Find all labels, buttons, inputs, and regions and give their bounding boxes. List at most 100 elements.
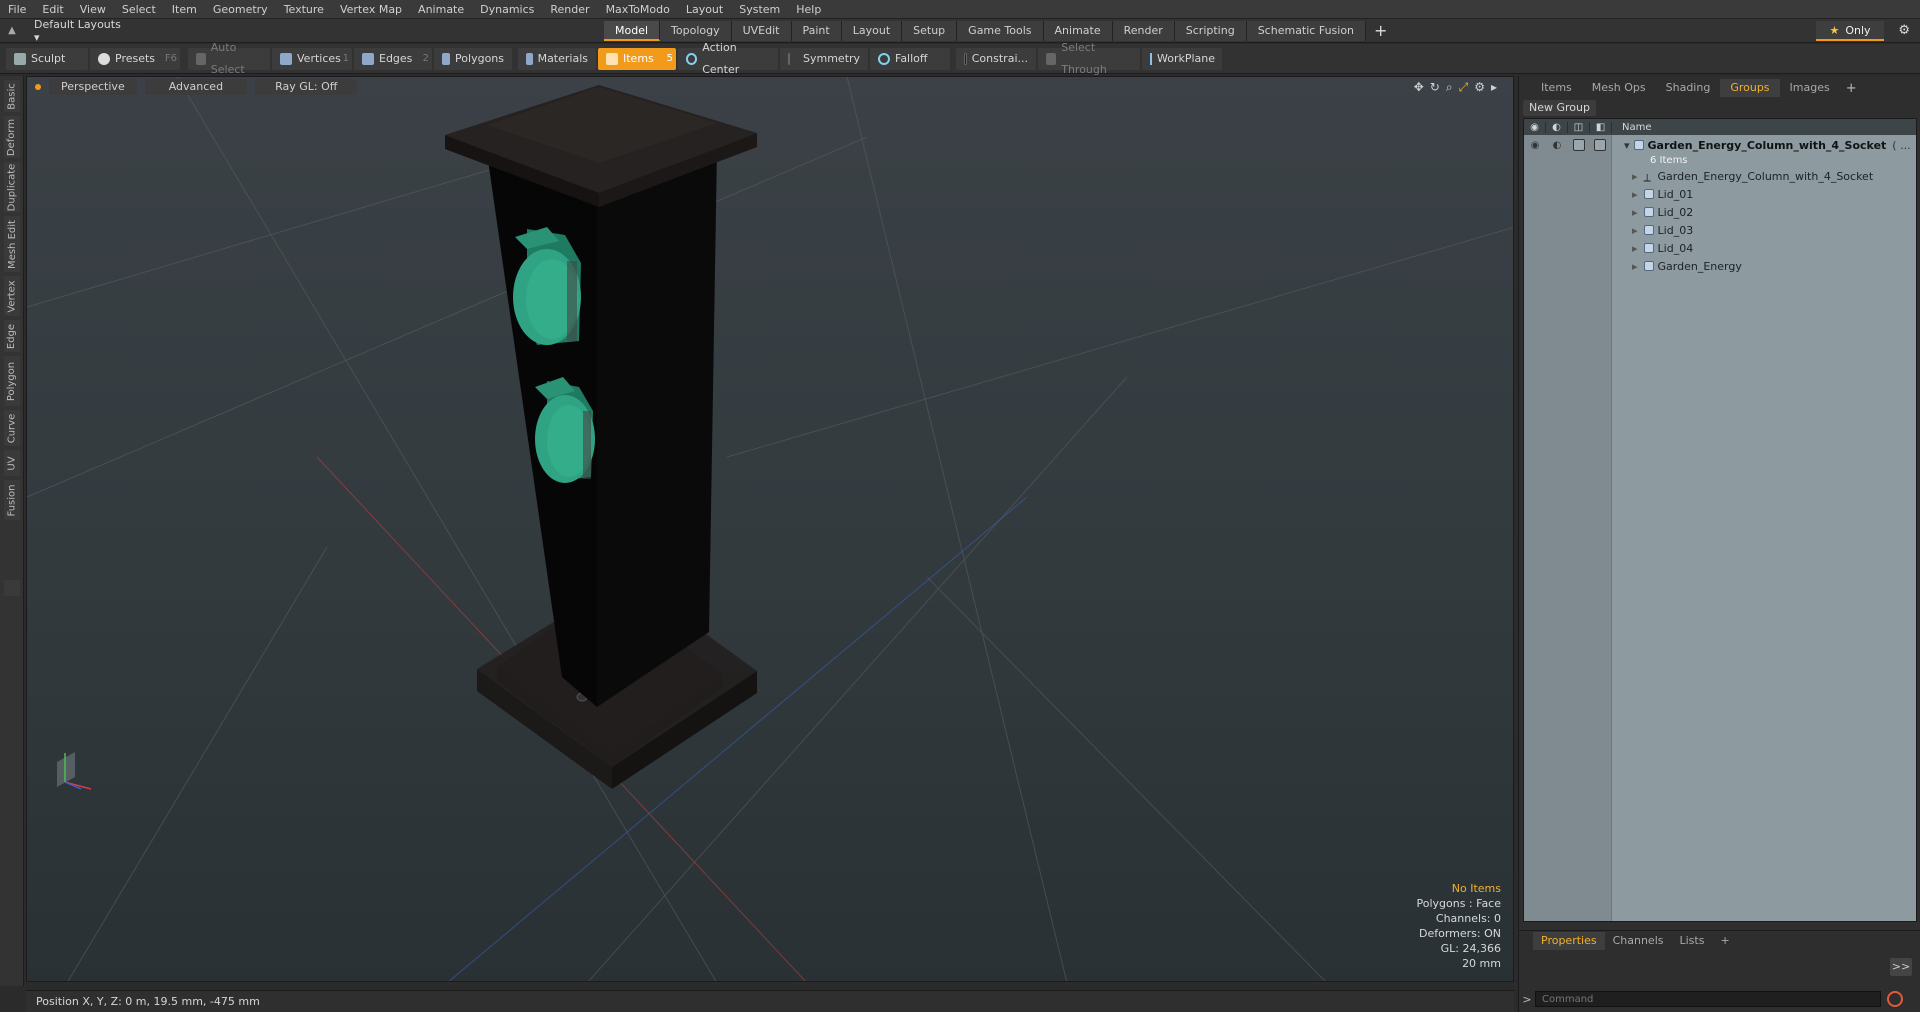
menu-vertex-map[interactable]: Vertex Map [332,0,410,19]
scene-render[interactable] [27,77,1514,982]
vtab-vertex[interactable]: Vertex [4,276,20,316]
view-settings-icon[interactable]: ⚙ [1474,80,1485,95]
menu-system[interactable]: System [731,0,788,19]
vtab-fusion[interactable]: Fusion [4,480,20,520]
command-input[interactable] [1535,991,1881,1007]
vtab-curve[interactable]: Curve [4,410,20,446]
tab-layout[interactable]: Layout [841,21,903,41]
menu-edit[interactable]: Edit [34,0,71,19]
add-panel-tab-icon[interactable]: + [1840,81,1863,96]
render-column-icon[interactable]: ◐ [1546,121,1568,133]
tab-game-tools[interactable]: Game Tools [957,21,1044,41]
constrain-button[interactable]: Constrai... [956,47,1036,70]
only-button[interactable]: ★ Only [1816,21,1884,41]
stop-icon[interactable] [1887,991,1903,1007]
menu-animate[interactable]: Animate [410,0,472,19]
falloff-button[interactable]: Falloff [870,47,950,70]
vertices-button[interactable]: Vertices 1 [272,47,352,70]
zoom-view-icon[interactable]: ⌕ [1446,80,1453,95]
expand-button[interactable]: >> [1890,958,1912,976]
vtab-deform[interactable]: Deform [4,116,20,158]
viewport-menu-icon[interactable] [35,84,41,90]
add-tab-icon[interactable]: + [1366,21,1395,41]
info-channels: Channels: 0 [1435,912,1501,925]
symmetry-button[interactable]: Symmetry [780,47,868,70]
lock-checkbox[interactable] [1573,139,1585,151]
tab-lists[interactable]: Lists [1672,932,1713,950]
tree-row-child-5[interactable]: ▸ Lid_04 [1524,239,1916,257]
tab-schematic-fusion[interactable]: Schematic Fusion [1246,21,1367,41]
tab-channels[interactable]: Channels [1605,932,1672,950]
workplane-button[interactable]: WorkPlane [1142,47,1222,70]
vtab-uv[interactable]: UV [4,450,20,476]
tree-row-child-2[interactable]: ▸ Lid_01 [1524,185,1916,203]
vtab-mesh-edit[interactable]: Mesh Edit [4,216,20,272]
tab-model[interactable]: Model [604,21,661,41]
menu-geometry[interactable]: Geometry [205,0,276,19]
tab-scripting[interactable]: Scripting [1174,21,1247,41]
vtab-extra[interactable] [4,580,20,596]
menu-view[interactable]: View [72,0,114,19]
tab-setup[interactable]: Setup [902,21,958,41]
tree-row-root[interactable]: ◉ ◐ ▾ Garden_Energy_Column_with_4_Socket(… [1524,137,1916,153]
3d-viewport[interactable]: Perspective Advanced Ray GL: Off ✥ ↻ ⌕ ⤢… [26,76,1514,982]
mesh-icon [1643,189,1654,199]
advanced-button[interactable]: Advanced [144,79,248,95]
menu-layout[interactable]: Layout [678,0,731,19]
collapse-icon[interactable]: ▲ [0,25,24,36]
menu-texture[interactable]: Texture [276,0,332,19]
tree-row-child-6[interactable]: ▸ Garden_Energy [1524,257,1916,275]
tree-row-child-4[interactable]: ▸ Lid_03 [1524,221,1916,239]
tab-properties[interactable]: Properties [1533,931,1605,950]
tab-groups[interactable]: Groups [1720,79,1780,97]
menu-render[interactable]: Render [542,0,597,19]
auto-select-button[interactable]: Auto Select [188,41,270,76]
select-checkbox[interactable] [1594,139,1606,151]
tab-shading[interactable]: Shading [1656,79,1721,97]
raygl-button[interactable]: Ray GL: Off [255,79,358,95]
menu-help[interactable]: Help [788,0,829,19]
sculpt-button[interactable]: Sculpt [6,47,88,70]
perspective-button[interactable]: Perspective [49,79,137,95]
new-group-button[interactable]: New Group [1523,100,1596,116]
lock-column-icon[interactable]: ◫ [1568,121,1590,133]
select-through-button[interactable]: Select Through [1038,41,1140,76]
name-column-header[interactable]: Name [1612,122,1652,133]
tab-images[interactable]: Images [1780,79,1840,97]
items-button[interactable]: Items 5 [598,47,676,70]
mesh-icon [1643,207,1654,217]
menu-file[interactable]: File [0,0,34,19]
vtab-basic[interactable]: Basic [4,80,20,112]
axis-gizmo [57,752,92,790]
gear-icon[interactable]: ⚙ [1898,23,1910,38]
status-bar: Position X, Y, Z: 0 m, 19.5 mm, -475 mm [26,990,1514,1012]
tab-paint[interactable]: Paint [791,21,842,41]
menu-item[interactable]: Item [164,0,205,19]
visibility-column-icon[interactable]: ◉ [1524,121,1546,133]
layouts-dropdown[interactable]: Default Layouts ▾ [24,18,124,44]
collapse-arrow-icon[interactable]: ▾ [1624,139,1630,152]
vtab-polygon[interactable]: Polygon [4,356,20,406]
rotate-view-icon[interactable]: ↻ [1430,80,1440,95]
presets-button[interactable]: Presets F6 [90,47,180,70]
vtab-edge[interactable]: Edge [4,320,20,352]
edges-button[interactable]: Edges 2 [354,47,432,70]
maximize-view-icon[interactable]: ⤢ [1459,80,1469,95]
action-center-button[interactable]: Action Center [678,41,778,76]
tree-row-child-3[interactable]: ▸ Lid_02 [1524,203,1916,221]
polygons-button[interactable]: Polygons [434,47,512,70]
eye-icon[interactable]: ◉ [1529,140,1541,151]
tab-mesh-ops[interactable]: Mesh Ops [1582,79,1656,97]
tree-row-child-1[interactable]: ▸ ⟂ Garden_Energy_Column_with_4_Socket [1524,167,1916,185]
menu-dynamics[interactable]: Dynamics [472,0,542,19]
menu-select[interactable]: Select [114,0,164,19]
tab-items[interactable]: Items [1531,79,1582,97]
view-more-icon[interactable]: ▸ [1491,80,1497,95]
select-column-icon[interactable]: ◧ [1590,121,1612,133]
menu-maxtomodo[interactable]: MaxToModo [598,0,678,19]
move-view-icon[interactable]: ✥ [1414,80,1424,95]
add-properties-tab-icon[interactable]: + [1712,932,1737,950]
vtab-duplicate[interactable]: Duplicate [4,162,20,212]
render-toggle-icon[interactable]: ◐ [1551,140,1563,151]
materials-button[interactable]: Materials [518,47,596,70]
